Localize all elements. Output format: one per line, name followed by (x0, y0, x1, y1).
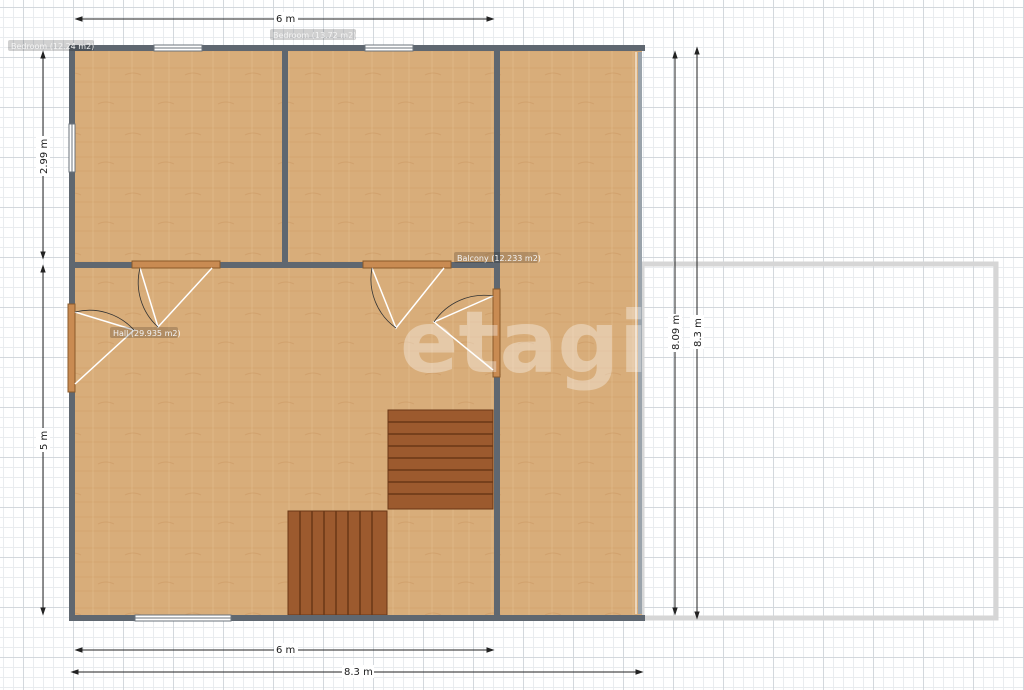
room-label-balcony: Balcony (12.233 m2) (457, 254, 541, 263)
dimension-left-lower: 5 m (39, 431, 50, 450)
stairs-lower (287, 510, 388, 616)
watermark: etagi (400, 293, 649, 393)
dimension-right-total: 8.3 m (693, 318, 704, 347)
room-label-hall: Hall (29.935 m2) (113, 329, 181, 338)
room-label-bedroom-left: Bedroom (12.24 m2) (11, 42, 94, 51)
dimension-left-upper: 2.99 m (39, 139, 50, 174)
dimension-right-inner: 8.09 m (671, 315, 682, 350)
dimension-bottom-inner-width: 6 m (276, 645, 295, 656)
room-label-bedroom-right: Bedroom (13.72 m2) (273, 31, 356, 40)
stairs-upper (387, 409, 494, 510)
floor-plan: etagi Bedroom (12.24 m2) Bedroom (13.72 … (8, 12, 999, 678)
dimension-top-width: 6 m (276, 14, 295, 25)
dimension-bottom-total-width: 8.3 m (344, 667, 373, 678)
